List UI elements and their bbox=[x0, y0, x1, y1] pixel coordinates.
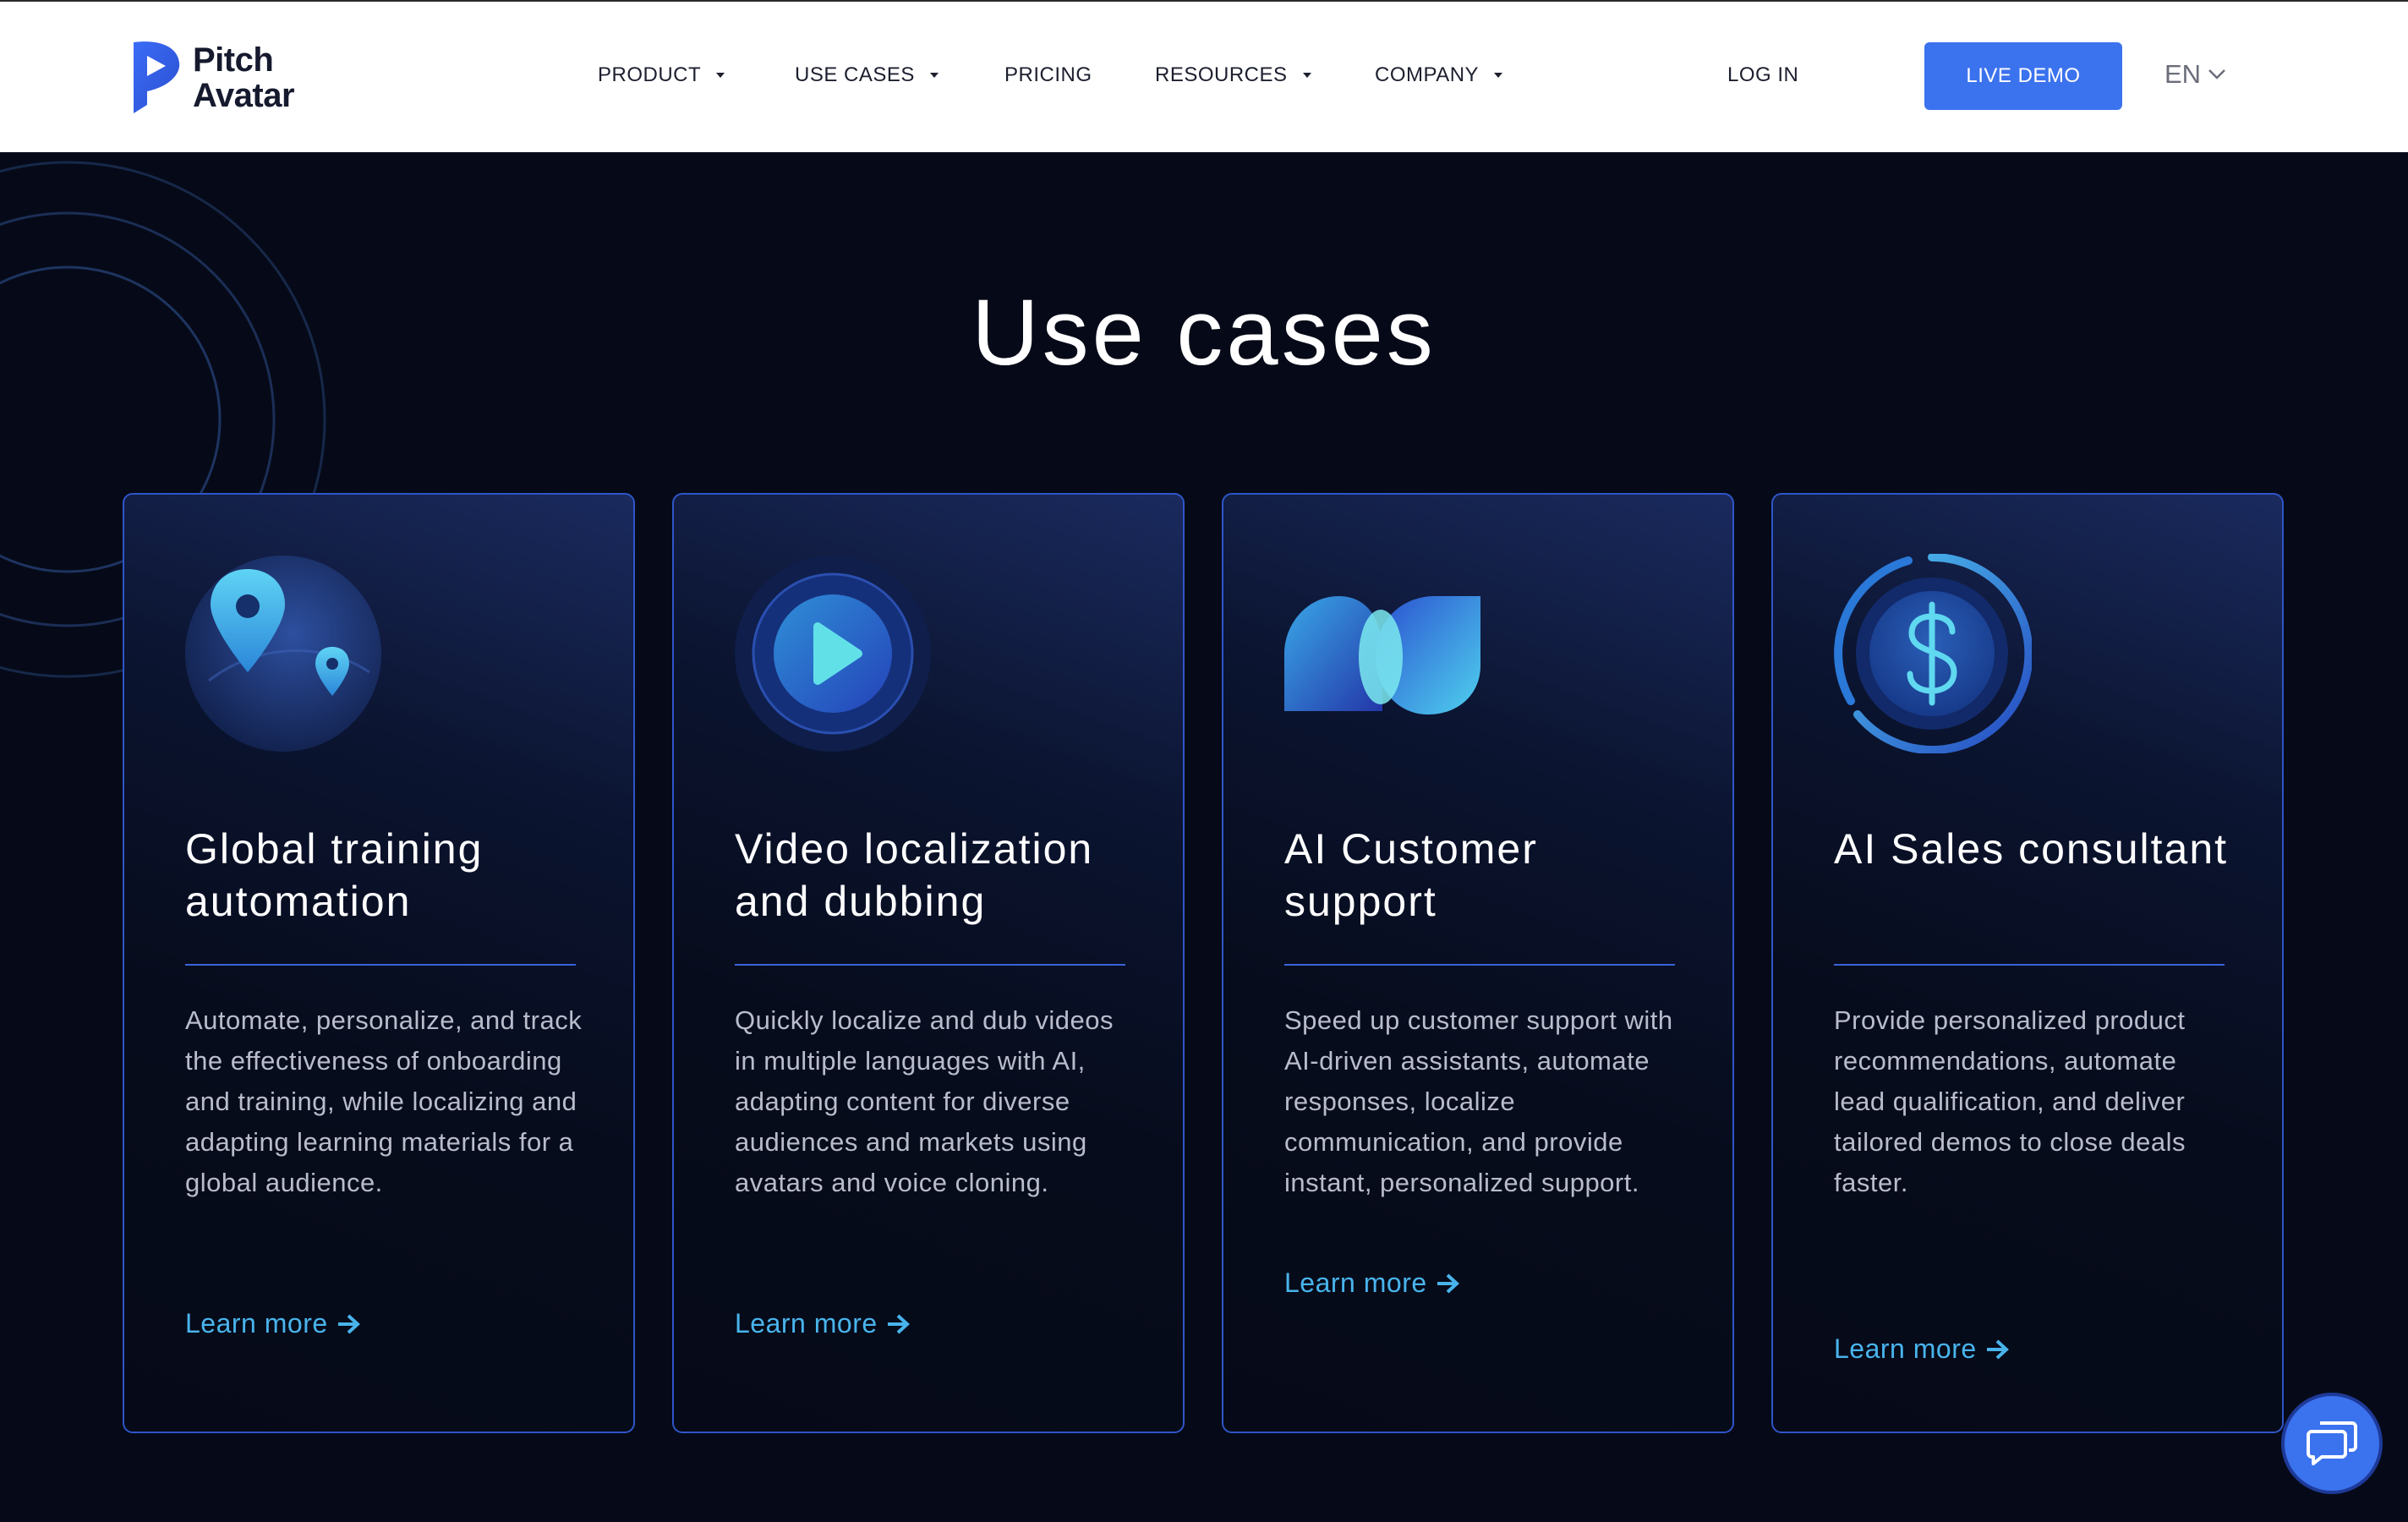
card-description: Automate, personalize, and track the eff… bbox=[185, 1005, 583, 1197]
card-description: Provide personalized product recommendat… bbox=[1834, 1005, 2186, 1197]
card-title: AI Sales consultant bbox=[1834, 825, 2229, 873]
login-link[interactable]: LOG IN bbox=[1727, 63, 1798, 87]
live-demo-button[interactable]: LIVE DEMO bbox=[1924, 42, 2122, 110]
language-selector[interactable]: EN bbox=[2164, 59, 2226, 90]
chat-shapes-icon bbox=[1284, 596, 1480, 714]
card-description: Quickly localize and dub videos in multi… bbox=[735, 1005, 1114, 1197]
chevron-down-icon bbox=[2208, 69, 2225, 79]
nav-company[interactable]: COMPANY bbox=[1375, 63, 1504, 87]
nav-product-label: PRODUCT bbox=[598, 63, 702, 86]
divider bbox=[1834, 964, 2225, 966]
nav-pricing-label: PRICING bbox=[1004, 63, 1092, 86]
use-case-card-sales-consultant: AI Sales consultant Provide personalized… bbox=[1771, 493, 2284, 1433]
nav-company-label: COMPANY bbox=[1375, 63, 1480, 86]
nav-pricing[interactable]: PRICING bbox=[1004, 63, 1092, 87]
learn-more-label: Learn more bbox=[185, 1308, 328, 1339]
nav-use-cases-label: USE CASES bbox=[795, 63, 915, 86]
chat-widget-button[interactable] bbox=[2281, 1393, 2383, 1494]
arrow-right-icon bbox=[1986, 1339, 2009, 1359]
learn-more-label: Learn more bbox=[735, 1308, 878, 1339]
nav-product[interactable]: PRODUCT bbox=[598, 63, 726, 87]
learn-more-link[interactable]: Learn more bbox=[185, 1308, 362, 1339]
learn-more-link[interactable]: Learn more bbox=[1834, 1333, 2011, 1365]
learn-more-link[interactable]: Learn more bbox=[1284, 1267, 1461, 1299]
section-title: Use cases bbox=[971, 281, 1437, 385]
divider bbox=[185, 964, 576, 966]
chevron-down-icon bbox=[929, 73, 939, 78]
learn-more-label: Learn more bbox=[1834, 1333, 1977, 1364]
card-title: Global training automation bbox=[185, 825, 484, 925]
chevron-down-icon bbox=[1302, 73, 1311, 78]
chat-icon bbox=[2307, 1421, 2357, 1465]
learn-more-label: Learn more bbox=[1284, 1267, 1427, 1298]
divider bbox=[1284, 964, 1675, 966]
arrow-right-icon bbox=[337, 1314, 360, 1333]
chevron-down-icon bbox=[716, 73, 725, 78]
learn-more-link[interactable]: Learn more bbox=[735, 1308, 911, 1339]
nav-resources-label: RESOURCES bbox=[1155, 63, 1288, 86]
arrow-right-icon bbox=[1437, 1273, 1459, 1293]
card-description: Speed up customer support with AI-driven… bbox=[1284, 1005, 1673, 1197]
use-case-card-customer-support: AI Customer support Speed up customer su… bbox=[1222, 493, 1734, 1433]
divider bbox=[735, 964, 1125, 966]
use-case-card-global-training: Global training automation Automate, per… bbox=[123, 493, 635, 1433]
chevron-down-icon bbox=[1494, 73, 1503, 78]
card-title: Video localization and dubbing bbox=[735, 825, 1094, 925]
globe-pin-icon bbox=[185, 556, 381, 752]
use-case-card-video-localization: Video localization and dubbing Quickly l… bbox=[672, 493, 1185, 1433]
dollar-coin-icon bbox=[1834, 554, 2032, 753]
nav-use-cases[interactable]: USE CASES bbox=[795, 63, 940, 87]
site-header: Pitch Avatar PRODUCT USE CASES PRICING R… bbox=[0, 2, 2408, 152]
nav-resources[interactable]: RESOURCES bbox=[1155, 63, 1313, 87]
language-label: EN bbox=[2164, 59, 2202, 89]
play-icon bbox=[735, 556, 931, 752]
arrow-right-icon bbox=[887, 1314, 910, 1333]
card-title: AI Customer support bbox=[1284, 825, 1538, 925]
